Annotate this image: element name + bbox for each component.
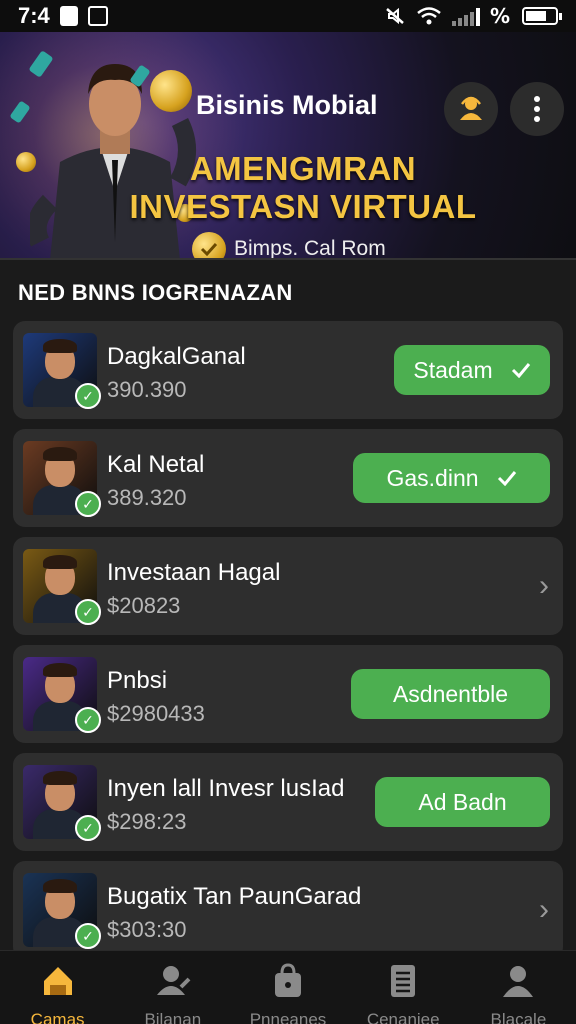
item-amount: $20823 <box>107 593 181 618</box>
thumb-hair <box>43 555 77 569</box>
nav-label: Blacale <box>490 1010 547 1024</box>
chevron-right-icon[interactable]: › <box>539 893 549 927</box>
action-label: Ad Badn <box>418 788 507 815</box>
thumb-hair <box>43 339 77 353</box>
svg-text:%: % <box>490 6 510 26</box>
nav-item-bilanan[interactable]: Bilanan <box>115 951 230 1024</box>
item-title: Kal Netal <box>107 451 205 478</box>
more-vertical-icon <box>534 96 540 122</box>
item-title: Bugatix Tan PaunGarad <box>107 883 362 910</box>
item-title: Pnbsi <box>107 667 168 694</box>
nav-item-blacale[interactable]: Blacale <box>461 951 576 1024</box>
item-title: DagkalGanal <box>107 343 246 370</box>
user-edit-icon <box>153 961 193 1010</box>
item-amount: $2980433 <box>107 701 205 726</box>
signal-icon <box>452 6 480 26</box>
profile-icon <box>498 961 538 1010</box>
item-title: Inyen lall Invesr lusIad <box>107 775 345 802</box>
check-badge-icon: ✓ <box>75 923 101 949</box>
nav-label: Pnneanes <box>249 1010 327 1024</box>
check-icon <box>497 465 517 492</box>
action-label: Asdnentble <box>392 680 509 707</box>
nav-item-camas[interactable]: Camas <box>0 951 115 1024</box>
thumb-hair <box>43 879 77 893</box>
status-bar: 7:4 % <box>0 0 576 32</box>
check-badge-icon: ✓ <box>75 491 101 517</box>
check-badge-icon: ✓ <box>75 599 101 625</box>
sim-icon <box>59 6 78 26</box>
percent-icon: % <box>490 6 510 26</box>
bottom-navigation: Camas Bilanan Pnneanes Cenaniee Blacale <box>0 950 576 1024</box>
nav-label: Cenaniee <box>366 1010 440 1024</box>
mute-icon <box>386 7 404 25</box>
more-options-button[interactable] <box>510 82 564 136</box>
item-amount: $303:30 <box>107 917 187 942</box>
list-item[interactable]: ✓ Bugatix Tan PaunGarad $303:30 › <box>13 861 563 959</box>
coin-icon <box>16 152 36 172</box>
thumb-hair <box>43 447 77 461</box>
app-screen: 7:4 % Bisinis Mobial AMENGMRAN INVESTASN… <box>0 0 576 1024</box>
action-label: Gas.dinn <box>386 464 479 491</box>
subtitle-row: Bimps. Cal Rom <box>192 232 386 260</box>
subtitle-text: Bimps. Cal Rom <box>234 237 386 260</box>
list-item[interactable]: ✓ Kal Netal 389.320 Gas.dinn <box>13 429 563 527</box>
item-amount: 389.320 <box>107 485 187 510</box>
thumb-hair <box>43 663 77 677</box>
check-badge-icon: ✓ <box>75 383 101 409</box>
headline-line-1: AMENGMRAN <box>189 150 417 187</box>
check-badge-icon: ✓ <box>75 815 101 841</box>
coin-icon <box>150 70 192 112</box>
home-icon <box>38 961 78 1010</box>
bag-lock-icon <box>268 961 308 1010</box>
app-title: Bisinis Mobial <box>196 90 378 120</box>
item-action-button[interactable]: Ad Badn <box>375 777 550 827</box>
check-icon <box>511 357 531 384</box>
header-banner: Bisinis Mobial AMENGMRAN INVESTASN VIRTU… <box>0 32 576 260</box>
nav-label: Bilanan <box>144 1010 202 1024</box>
action-label: Stadam <box>413 356 493 383</box>
item-title: Investaan Hagal <box>107 559 281 586</box>
battery-icon <box>522 7 562 25</box>
list-item[interactable]: ✓ Inyen lall Invesr lusIad $298:23 Ad Badn <box>13 753 563 851</box>
chevron-right-icon[interactable]: › <box>539 569 549 603</box>
notification-icon <box>87 6 108 26</box>
document-list-icon <box>383 961 423 1010</box>
nav-item-pnneanes[interactable]: Pnneanes <box>230 951 345 1024</box>
nav-item-cenaniee[interactable]: Cenaniee <box>346 951 461 1024</box>
list-item[interactable]: ✓ Investaan Hagal $20823 › <box>13 537 563 635</box>
user-badge-icon <box>460 96 482 120</box>
item-amount: 390.390 <box>107 377 187 402</box>
check-badge-icon: ✓ <box>75 707 101 733</box>
item-action-button[interactable]: Asdnentble <box>351 669 550 719</box>
list-item[interactable]: ✓ DagkalGanal 390.390 Stadam <box>13 321 563 419</box>
thumb-hair <box>43 771 77 785</box>
verified-check-icon <box>192 232 226 258</box>
item-amount: $298:23 <box>107 809 187 834</box>
nav-label: Camas <box>30 1010 85 1024</box>
status-time: 7:4 <box>18 3 50 28</box>
section-title: NED BNNS IOGRENAZAN <box>18 280 293 305</box>
investment-list: ✓ DagkalGanal 390.390 Stadam ✓ Kal Netal 389.3… <box>13 321 563 969</box>
item-action-button[interactable]: Stadam <box>394 345 550 395</box>
item-action-button[interactable]: Gas.dinn <box>353 453 550 503</box>
profile-badge-button[interactable] <box>444 82 498 136</box>
headline-line-2: INVESTASN VIRTUAL <box>129 188 477 225</box>
list-item[interactable]: ✓ Pnbsi $2980433 Asdnentble <box>13 645 563 743</box>
wifi-icon <box>417 7 441 25</box>
